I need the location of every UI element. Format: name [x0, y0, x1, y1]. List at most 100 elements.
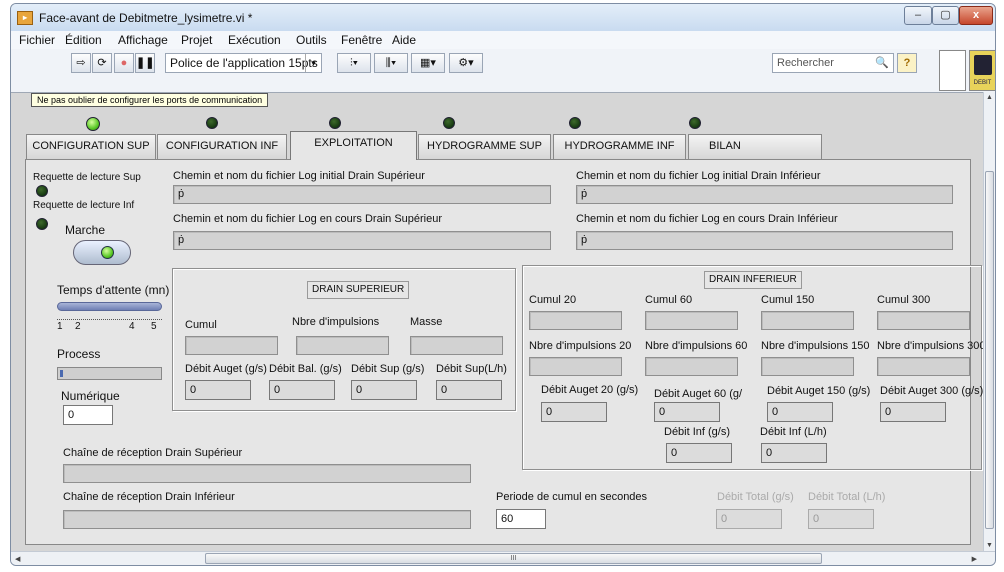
align-objects-icon[interactable]: ⫶▾: [337, 53, 371, 73]
log-init-inf-path[interactable]: ṗ: [576, 185, 953, 204]
nbre-20-field: [529, 357, 622, 376]
debit-sup-lh-label: Débit Sup(L/h): [436, 363, 507, 375]
scroll-left-icon[interactable]: ◀: [15, 555, 20, 563]
path-symbol: ṗ: [178, 188, 185, 200]
menu-bar: Fichier Édition Affichage Projet Exécuti…: [11, 31, 995, 49]
debit-auget-20-value: 0: [541, 402, 607, 422]
debit-auget-value: 0: [185, 380, 251, 400]
menu-aide[interactable]: Aide: [392, 33, 416, 47]
distribute-objects-icon[interactable]: ⫼▾: [374, 53, 408, 73]
help-button[interactable]: ?: [897, 53, 917, 73]
req-sup-label: Requette de lecture Sup: [33, 172, 141, 183]
close-button[interactable]: x: [959, 6, 993, 25]
tab-hydrogramme-sup[interactable]: HYDROGRAMME SUP: [418, 134, 551, 159]
minimize-button[interactable]: –: [904, 6, 932, 25]
nbre-300-label: Nbre d'impulsions 300: [877, 340, 986, 352]
drain-sup-nbre-label: Nbre d'impulsions: [292, 316, 380, 328]
scroll-right-icon[interactable]: ▶: [972, 555, 977, 563]
total-gs-value: 0: [716, 509, 782, 529]
debit-auget-label: Débit Auget (g/s): [185, 363, 267, 375]
cumul-300-label: Cumul 300: [877, 294, 931, 306]
debit-bal-value: 0: [269, 380, 335, 400]
process-label: Process: [57, 347, 101, 361]
menu-execution[interactable]: Exécution: [228, 33, 281, 47]
menu-edition[interactable]: Édition: [65, 33, 102, 47]
tab-led-bilan: [689, 117, 701, 129]
maximize-button[interactable]: ▢: [932, 6, 959, 25]
total-lh-label: Débit Total (L/h): [808, 491, 886, 503]
log-init-sup-path[interactable]: ṗ: [173, 185, 551, 204]
log-cours-inf-label: Chemin et nom du fichier Log en cours Dr…: [576, 213, 838, 225]
horizontal-scroll-thumb[interactable]: III: [205, 553, 822, 564]
labview-window: ▸ Face-avant de Debitmetre_lysimetre.vi …: [10, 3, 996, 566]
horizontal-scrollbar[interactable]: ◀ III ▶: [11, 551, 995, 565]
tab-led-hydro-sup: [443, 117, 455, 129]
debit-auget-150-label: Débit Auget 150 (g/s): [767, 385, 871, 397]
vi-icon-caption: DEBIT: [973, 80, 992, 86]
cumul-20-label: Cumul 20: [529, 294, 577, 306]
debit-inf-lh-label: Débit Inf (L/h): [760, 426, 827, 438]
total-gs-label: Débit Total (g/s): [717, 491, 794, 503]
process-progress: [57, 367, 162, 380]
process-progress-fill: [60, 370, 64, 377]
window-title: Face-avant de Debitmetre_lysimetre.vi *: [39, 11, 253, 25]
vertical-scroll-thumb[interactable]: [985, 171, 994, 529]
debit-auget-60-value: 0: [654, 402, 720, 422]
scroll-up-icon[interactable]: ▲: [986, 94, 993, 101]
menu-outils[interactable]: Outils: [296, 33, 327, 47]
debit-sup-lh-value: 0: [436, 380, 502, 400]
debit-auget-20-label: Débit Auget 20 (g/s): [541, 384, 639, 396]
chevron-down-icon: ▾: [305, 54, 321, 72]
cumul-300-field: [877, 311, 970, 330]
tab-led-hydro-inf: [569, 117, 581, 129]
cumul-150-label: Cumul 150: [761, 294, 815, 306]
abort-icon[interactable]: ●: [114, 53, 134, 73]
temps-slider[interactable]: [57, 302, 162, 311]
numerique-label: Numérique: [61, 389, 120, 403]
font-select[interactable]: Police de l'application 15pts ▾: [165, 53, 322, 73]
debit-sup-gs-label: Débit Sup (g/s): [351, 363, 425, 375]
reorder-icon[interactable]: ⚙▾: [449, 53, 483, 73]
numerique-field[interactable]: 0: [63, 405, 113, 425]
debit-bal-label: Débit Bal. (g/s): [269, 363, 342, 375]
search-icon[interactable]: 🔍: [875, 54, 889, 72]
menu-projet[interactable]: Projet: [181, 33, 212, 47]
marche-toggle[interactable]: [73, 240, 131, 265]
nbre-150-label: Nbre d'impulsions 150: [761, 340, 870, 352]
nbre-60-field: [645, 357, 738, 376]
debit-auget-60-label: Débit Auget 60 (g/: [654, 388, 743, 400]
temps-slider-ticks: [57, 313, 162, 320]
tab-hydrogramme-inf[interactable]: HYDROGRAMME INF: [553, 134, 686, 159]
menu-affichage[interactable]: Affichage: [118, 33, 168, 47]
vertical-scrollbar[interactable]: ▲ ▼: [983, 92, 995, 551]
log-cours-sup-path[interactable]: ṗ: [173, 231, 551, 250]
tab-led-config-sup: [86, 117, 100, 131]
log-cours-inf-path[interactable]: ṗ: [576, 231, 953, 250]
req-inf-label: Requette de lecture Inf: [33, 200, 135, 211]
debit-auget-300-label: Débit Auget 300 (g/s): [880, 385, 984, 397]
tab-configuration-inf[interactable]: CONFIGURATION INF: [157, 134, 287, 159]
tick-4: 4: [129, 321, 135, 332]
menu-fenetre[interactable]: Fenêtre: [341, 33, 382, 47]
run-arrow-icon[interactable]: ⇨: [71, 53, 91, 73]
tab-exploitation[interactable]: EXPLOITATION: [290, 131, 417, 160]
search-input[interactable]: Rechercher 🔍: [772, 53, 894, 73]
run-continuously-icon[interactable]: ⟳: [92, 53, 112, 73]
req-inf-led: [36, 218, 48, 230]
debit-inf-gs-label: Débit Inf (g/s): [664, 426, 731, 438]
drain-sup-cumul-field: [185, 336, 278, 355]
pause-icon[interactable]: ❚❚: [135, 53, 155, 73]
menu-fichier[interactable]: Fichier: [19, 33, 55, 47]
tick-1: 1: [57, 321, 63, 332]
chaine-inf-field: [63, 510, 471, 529]
drain-sup-nbre-field: [296, 336, 389, 355]
drain-sup-title: DRAIN SUPERIEUR: [307, 281, 410, 299]
periode-field[interactable]: 60: [496, 509, 546, 529]
cumul-60-label: Cumul 60: [645, 294, 693, 306]
scroll-down-icon[interactable]: ▼: [986, 542, 993, 549]
tab-bilan[interactable]: BILAN: [688, 134, 822, 159]
log-cours-sup-label: Chemin et nom du fichier Log en cours Dr…: [173, 213, 443, 225]
resize-objects-icon[interactable]: ▦▾: [411, 53, 445, 73]
tab-configuration-sup[interactable]: CONFIGURATION SUP: [26, 134, 156, 159]
path-symbol: ṗ: [178, 234, 185, 246]
